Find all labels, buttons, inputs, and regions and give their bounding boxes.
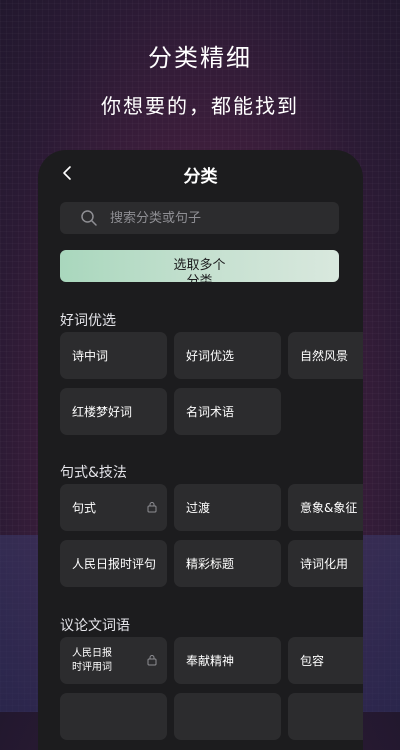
category-tile[interactable]: 过渡 — [174, 484, 281, 531]
category-label: 自然风景 — [300, 349, 349, 363]
search-icon — [81, 210, 97, 226]
category-label: 意象&象征 — [300, 501, 358, 515]
category-tile[interactable]: 奉献精神 — [174, 637, 281, 684]
promo-headline: 分类精细 — [148, 44, 252, 72]
section-title: 好词优选 — [60, 313, 116, 329]
search-input[interactable] — [108, 209, 312, 227]
category-label: 诗词化用 — [300, 557, 349, 571]
promo-subline: 你想要的，都能找到 — [101, 94, 299, 118]
lock-icon — [147, 655, 157, 666]
category-label: 人民日报时评句 — [72, 557, 157, 571]
section-title: 句式&技法 — [60, 465, 127, 481]
category-tile[interactable]: 诗词化用 — [288, 540, 363, 587]
category-label: 红楼梦好词 — [72, 405, 133, 419]
phone-screen: 分类 选取多个分类 好词优选 诗中词 好词优选 自然风景 红楼梦好词 名词术语 … — [38, 150, 363, 750]
lock-icon — [147, 502, 157, 513]
category-label: 奉献精神 — [186, 654, 235, 668]
category-label: 精彩标题 — [186, 557, 235, 571]
category-label: 人民日报时评用词 — [72, 647, 112, 673]
search-bar[interactable] — [60, 202, 339, 234]
multi-select-button[interactable]: 选取多个分类 — [60, 250, 339, 282]
page-title: 分类 — [183, 167, 218, 187]
category-tile-partial[interactable] — [174, 693, 281, 740]
category-tile[interactable]: 意象&象征 — [288, 484, 363, 531]
category-tile[interactable]: 精彩标题 — [174, 540, 281, 587]
category-tile[interactable]: 诗中词 — [60, 332, 167, 379]
category-tile[interactable]: 人民日报时评用词 — [60, 637, 167, 684]
top-bar: 分类 — [38, 150, 363, 196]
category-label: 诗中词 — [72, 349, 109, 363]
section-title: 议论文词语 — [60, 618, 130, 634]
category-label: 过渡 — [186, 501, 211, 515]
multi-select-label: 选取多个分类 — [173, 258, 226, 282]
category-tile[interactable]: 包容 — [288, 637, 363, 684]
category-tile[interactable]: 句式 — [60, 484, 167, 531]
category-tile-partial[interactable] — [288, 693, 363, 740]
category-label: 好词优选 — [186, 349, 235, 363]
category-tile[interactable]: 自然风景 — [288, 332, 363, 379]
category-label: 名词术语 — [186, 405, 235, 419]
category-tile[interactable]: 名词术语 — [174, 388, 281, 435]
category-label: 句式 — [72, 501, 97, 515]
category-tile-partial[interactable] — [60, 693, 167, 740]
category-label: 包容 — [300, 654, 325, 668]
category-tile[interactable]: 人民日报时评句 — [60, 540, 167, 587]
category-tile[interactable]: 红楼梦好词 — [60, 388, 167, 435]
category-tile[interactable]: 好词优选 — [174, 332, 281, 379]
